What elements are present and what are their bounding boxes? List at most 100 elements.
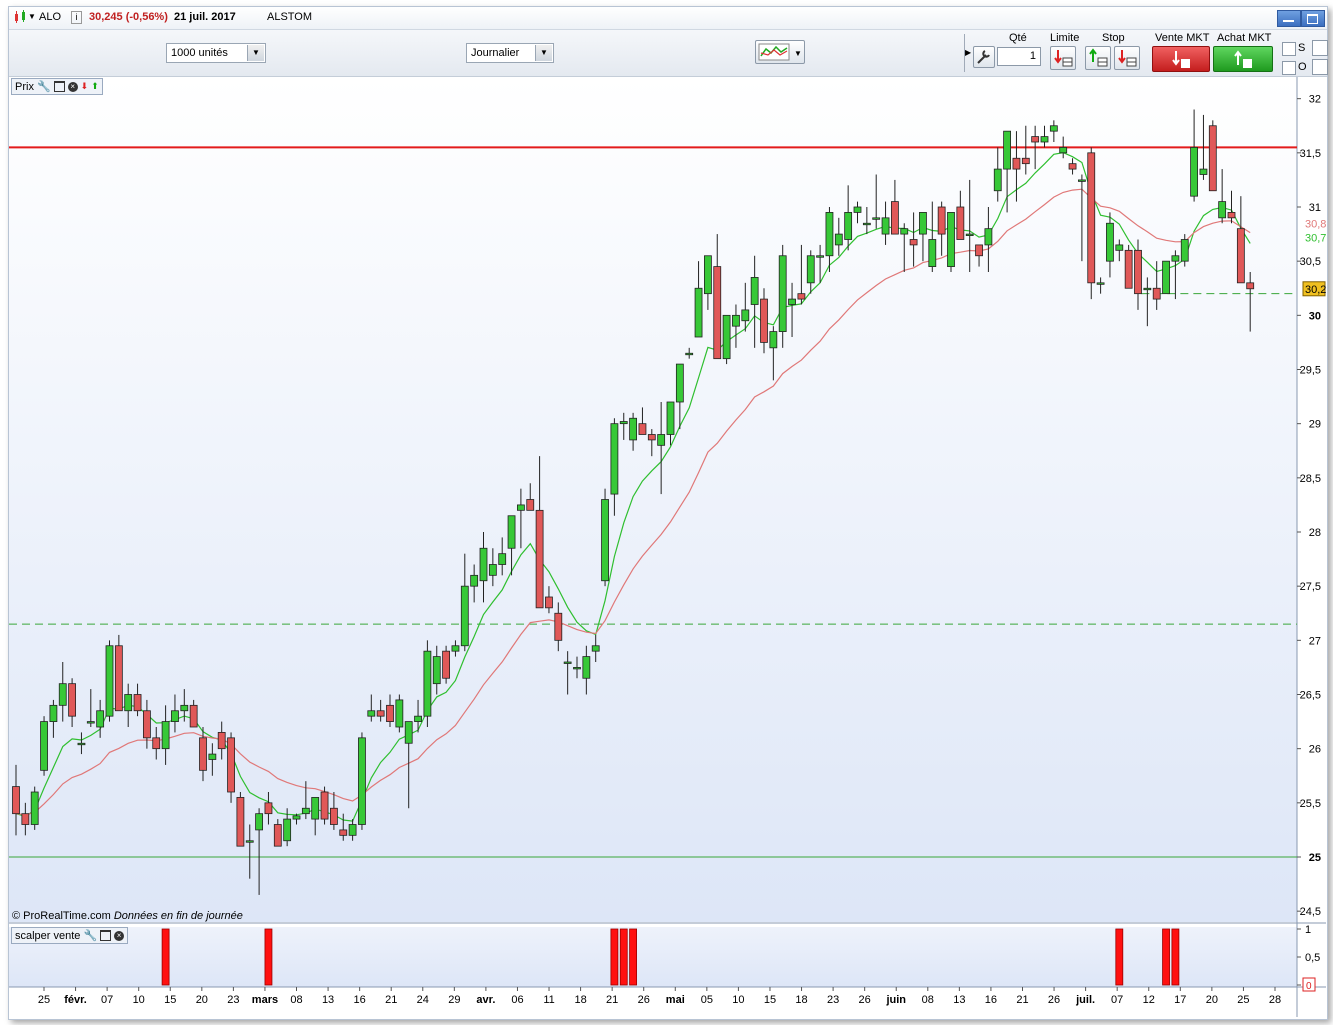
move-down-icon[interactable]: ⬇ bbox=[81, 81, 89, 92]
candle-body bbox=[1003, 130, 1011, 170]
candle bbox=[1087, 147, 1096, 300]
indicators-button[interactable]: ▼ bbox=[755, 40, 805, 64]
candle-body bbox=[704, 255, 712, 295]
title-bar: ▼ ALO i 30,245 (-0,56%) 21 juil. 2017 AL… bbox=[9, 7, 1327, 30]
qty-input[interactable]: 1 bbox=[997, 47, 1041, 66]
candle-body bbox=[788, 298, 796, 305]
window-icon[interactable] bbox=[53, 81, 65, 92]
candle-body bbox=[367, 710, 376, 717]
x-tick-label: 13 bbox=[953, 994, 965, 1006]
candle-body bbox=[386, 704, 394, 722]
s-value-field[interactable] bbox=[1312, 40, 1328, 56]
candle-body bbox=[133, 694, 142, 712]
period-select[interactable]: Journalier ▼ bbox=[466, 43, 554, 63]
period-select-value: Journalier bbox=[471, 47, 520, 59]
buy-market-label: Achat MKT bbox=[1217, 32, 1272, 44]
candle bbox=[1124, 244, 1133, 289]
candle-body bbox=[1134, 249, 1142, 295]
candle-body bbox=[610, 423, 619, 495]
limit-label: Limite bbox=[1050, 32, 1080, 44]
candle bbox=[947, 212, 955, 272]
candle-body bbox=[1227, 212, 1236, 219]
quantity-select[interactable]: 1000 unités ▼ bbox=[166, 43, 266, 63]
candle-body bbox=[199, 737, 207, 771]
x-tick-label: 26 bbox=[638, 994, 650, 1006]
x-tick-label: 11 bbox=[543, 994, 554, 1006]
sell-market-button[interactable] bbox=[1152, 46, 1210, 72]
candle-body bbox=[1049, 125, 1058, 132]
signal-bar bbox=[1162, 928, 1170, 986]
signal-bar bbox=[1115, 928, 1124, 986]
chevron-down-icon[interactable]: ▼ bbox=[535, 45, 552, 61]
chevron-right-icon[interactable]: ▶ bbox=[965, 48, 971, 57]
candle-body bbox=[975, 244, 983, 257]
candle-body bbox=[1180, 239, 1189, 262]
candle-body bbox=[732, 314, 740, 327]
candle-body bbox=[909, 239, 918, 246]
window-icon[interactable] bbox=[100, 930, 112, 941]
candle-body bbox=[21, 813, 30, 825]
candle-body bbox=[114, 645, 123, 712]
candle bbox=[601, 488, 609, 587]
close-icon[interactable]: × bbox=[114, 930, 125, 941]
x-tick-label: févr. bbox=[64, 994, 87, 1006]
candle-body bbox=[488, 564, 497, 576]
candle-body bbox=[1059, 147, 1068, 154]
stop-label: Stop bbox=[1102, 32, 1125, 44]
candle-body bbox=[554, 612, 563, 641]
y-tick-label: 30,5 bbox=[1300, 256, 1321, 268]
o-value-field[interactable] bbox=[1312, 59, 1328, 75]
chevron-down-icon[interactable]: ▼ bbox=[28, 12, 36, 21]
info-icon[interactable]: i bbox=[71, 11, 82, 24]
svg-text:▼: ▼ bbox=[794, 49, 802, 58]
buy-icon bbox=[1234, 50, 1252, 68]
chevron-down-icon[interactable]: ▼ bbox=[247, 45, 264, 61]
x-tick-label: avr. bbox=[476, 994, 495, 1006]
candle-body bbox=[273, 824, 282, 847]
candle-body bbox=[685, 352, 694, 356]
x-tick-label: 20 bbox=[1206, 994, 1218, 1006]
minimize-button[interactable] bbox=[1277, 10, 1301, 27]
wrench-button[interactable] bbox=[973, 46, 995, 68]
candle-body bbox=[545, 596, 553, 609]
s-checkbox[interactable] bbox=[1282, 42, 1296, 56]
x-tick-label: 15 bbox=[164, 994, 176, 1006]
maximize-button[interactable] bbox=[1301, 10, 1325, 27]
candle-body bbox=[601, 499, 609, 582]
candle-body bbox=[442, 650, 451, 679]
candle-body bbox=[900, 228, 909, 235]
candle-body bbox=[741, 309, 750, 322]
indicator-tick-label: 1 bbox=[1305, 924, 1311, 936]
candle-body bbox=[1152, 287, 1161, 300]
chart-area: 24,5 25 25,5 26 26,5 27 27,5 28 28,5 29 29,5 30 30,5… bbox=[9, 77, 1326, 1017]
buy-market-button[interactable] bbox=[1213, 46, 1273, 72]
candle-body bbox=[778, 255, 787, 332]
x-tick-label: 17 bbox=[1174, 994, 1186, 1006]
candle-body bbox=[12, 786, 20, 815]
price-panel-label: Prix bbox=[15, 80, 34, 93]
candle-body bbox=[320, 791, 329, 820]
candle-body bbox=[30, 791, 39, 825]
limit-order-button[interactable] bbox=[1050, 46, 1076, 70]
candle-body bbox=[928, 239, 937, 267]
stop-sell-button[interactable] bbox=[1114, 46, 1140, 70]
stop-buy-button[interactable] bbox=[1085, 46, 1111, 70]
x-tick-label: 28 bbox=[1269, 994, 1281, 1006]
candle-body bbox=[1068, 163, 1077, 170]
candle-body bbox=[404, 721, 413, 744]
candle-body bbox=[348, 824, 357, 836]
candle-body bbox=[1218, 201, 1227, 219]
candle bbox=[1162, 260, 1170, 295]
candle-body bbox=[124, 694, 133, 712]
y-tick-label: 29,5 bbox=[1300, 365, 1321, 377]
candle-body bbox=[1124, 249, 1133, 289]
close-icon[interactable]: × bbox=[67, 81, 78, 92]
candle-body bbox=[301, 807, 310, 815]
move-up-icon[interactable]: ⬆ bbox=[91, 81, 99, 92]
wrench-icon[interactable]: 🔧 bbox=[83, 929, 97, 942]
wrench-icon[interactable]: 🔧 bbox=[37, 80, 51, 93]
o-checkbox[interactable] bbox=[1282, 61, 1296, 75]
candle-body bbox=[96, 710, 105, 728]
x-tick-label: mars bbox=[252, 994, 278, 1006]
value-tag-label: 30,8 bbox=[1305, 218, 1326, 230]
